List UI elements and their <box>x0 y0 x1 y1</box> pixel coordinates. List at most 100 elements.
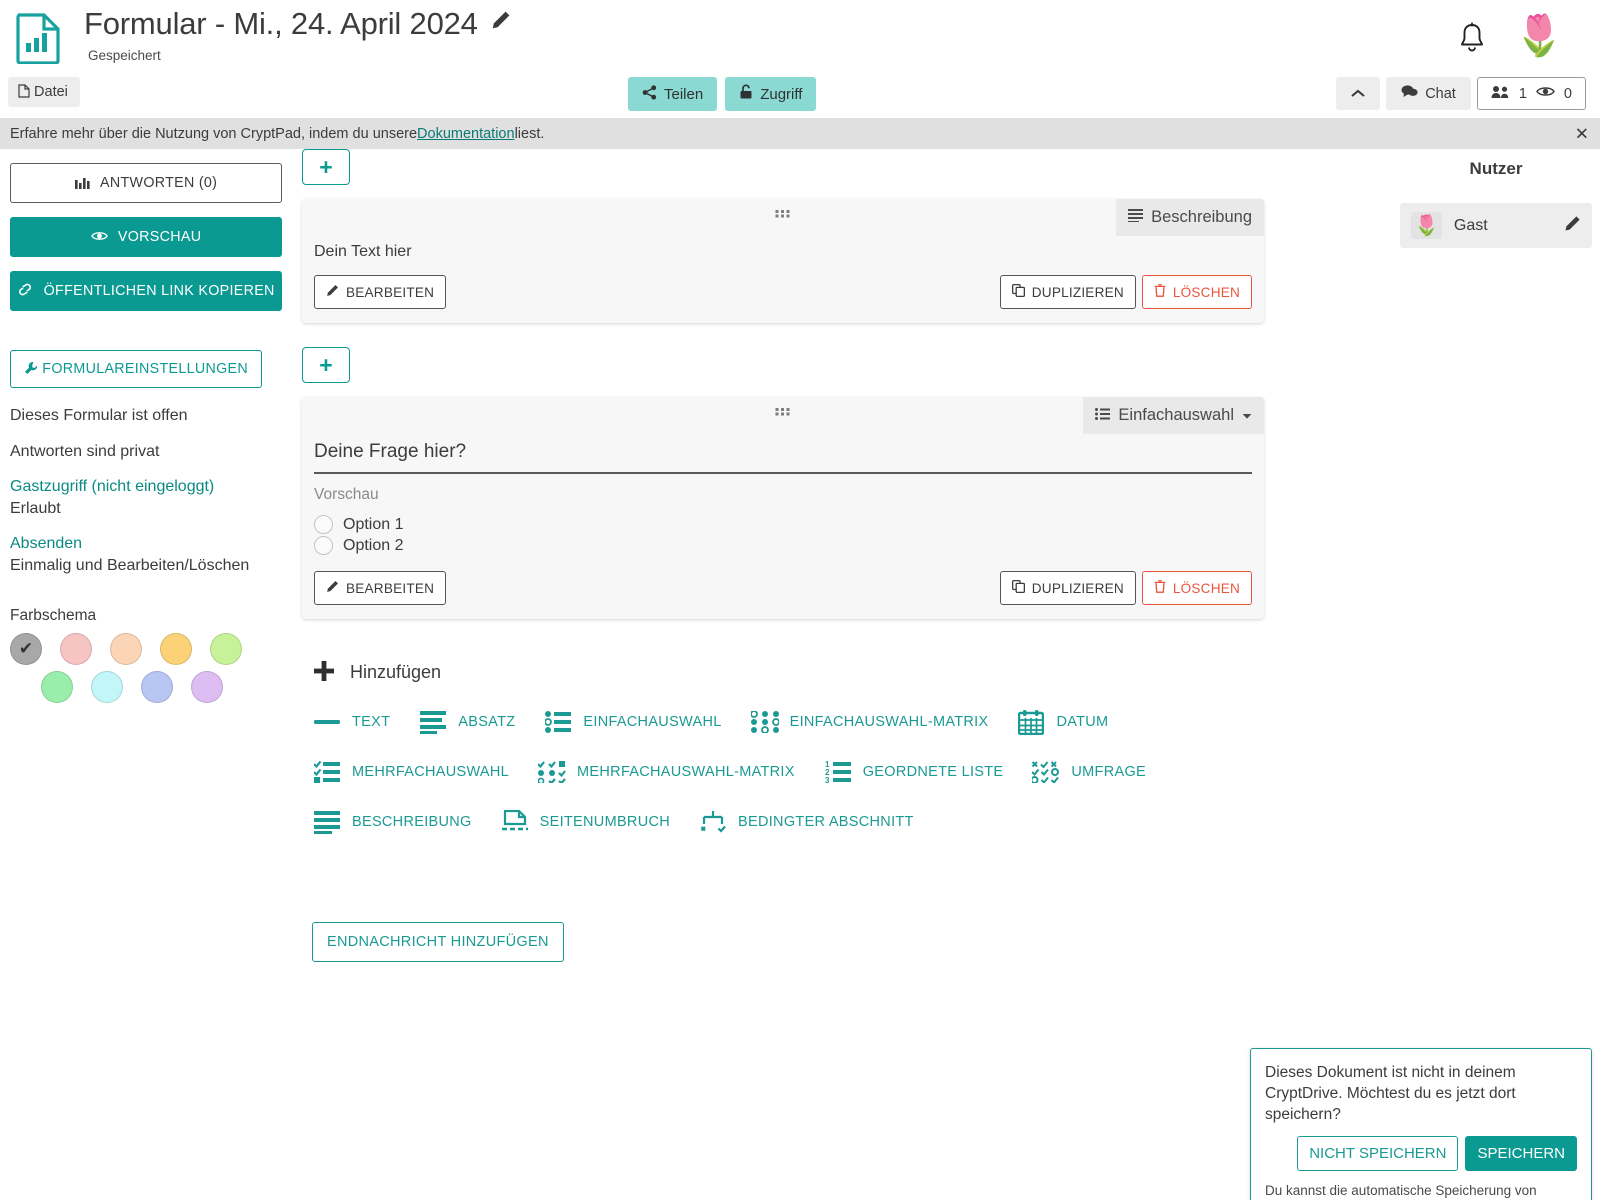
copy-public-link-button[interactable]: ÖFFENTLICHEN LINK KOPIEREN <box>10 271 282 311</box>
page-break-icon <box>500 808 530 836</box>
palette-item-mehrfachauswahl-matrix[interactable]: MEHRFACHAUSWAHL-MATRIX <box>537 758 795 786</box>
plus-icon <box>312 659 336 686</box>
info-banner-text-before: Erfahre mehr über die Nutzung von CryptP… <box>10 125 418 142</box>
access-button[interactable]: Zugriff <box>725 77 817 111</box>
file-menu-button[interactable]: Datei <box>8 77 80 107</box>
setting-guest-access: Gastzugriff (nicht eingeloggt) Erlaubt <box>10 476 282 519</box>
drag-handle-icon[interactable] <box>775 208 791 226</box>
radio-list-icon <box>543 708 573 736</box>
share-group: Teilen Zugriff <box>628 77 817 111</box>
form-settings-section: FORMULAREINSTELLUNGEN Dieses Formular is… <box>10 350 282 577</box>
add-block-middle-button[interactable]: + <box>302 347 350 383</box>
palette-item-text[interactable]: TEXT <box>312 708 390 736</box>
palette-item-label: BESCHREIBUNG <box>352 814 472 831</box>
color-swatch-green[interactable] <box>41 670 73 703</box>
duplicate-block-label: DUPLIZIEREN <box>1031 284 1124 300</box>
palette-item-umfrage[interactable]: UMFRAGE <box>1031 758 1146 786</box>
edit-block-button[interactable]: BEARBEITEN <box>314 275 447 309</box>
block-type-selector-single-choice[interactable]: Einfachauswahl <box>1083 397 1264 434</box>
save-dialog-footer: Du kannst die automatische Speicherung v… <box>1265 1182 1577 1200</box>
setting-submit-value: Einmalig und Bearbeiten/Löschen <box>10 556 250 574</box>
palette-item-label: UMFRAGE <box>1071 764 1146 781</box>
palette-item-label: GEORDNETE LISTE <box>862 764 1004 781</box>
checkbox-matrix-icon <box>537 758 567 786</box>
setting-privacy-state: Antworten sind privat <box>10 442 160 460</box>
option-label: Option 1 <box>343 515 404 533</box>
palette-item-bedingter-abschnitt[interactable]: BEDINGTER ABSCHNITT <box>698 808 914 836</box>
pencil-icon <box>326 284 339 300</box>
users-icon <box>1491 85 1510 103</box>
palette-item-label: EINFACHAUSWAHL-MATRIX <box>789 714 989 731</box>
radio-button-icon[interactable] <box>314 536 333 555</box>
duplicate-block-button[interactable]: DUPLIZIEREN <box>999 571 1136 605</box>
setting-submit-key[interactable]: Absenden <box>10 535 82 552</box>
option-row[interactable]: Option 2 <box>314 536 1252 555</box>
color-swatch-periwinkle[interactable] <box>141 670 173 703</box>
edit-block-button[interactable]: BEARBEITEN <box>314 571 447 605</box>
trash-icon <box>1154 284 1166 300</box>
plus-icon: + <box>319 153 333 180</box>
pencil-icon[interactable] <box>1564 215 1581 237</box>
page-body: ANTWORTEN (0) VORSCHAU ÖFFENTLICHEN LINK… <box>0 149 1600 1200</box>
option-row[interactable]: Option 1 <box>314 515 1252 534</box>
palette-item-label: MEHRFACHAUSWAHL <box>352 764 510 781</box>
block-type-selector-description[interactable]: Beschreibung <box>1116 199 1264 236</box>
save-button[interactable]: SPEICHERN <box>1465 1136 1577 1172</box>
color-swatch-cyan[interactable] <box>91 670 123 703</box>
description-lines-icon <box>312 808 342 836</box>
palette-row-2: MEHRFACHAUSWAHL MEHRFACHAUSWAHL-MATRIX 1 2 3… <box>312 758 1392 786</box>
documentation-link[interactable]: Dokumentation <box>417 126 515 142</box>
users-panel-title: Nutzer <box>1469 159 1523 178</box>
duplicate-block-button[interactable]: DUPLIZIEREN <box>999 275 1136 309</box>
add-end-message-button[interactable]: ENDNACHRICHT HINZUFÜGEN <box>312 922 564 963</box>
user-list-item[interactable]: 🌷 Gast <box>1400 203 1592 248</box>
color-swatch-gold[interactable] <box>160 632 192 665</box>
palette-item-geordnete-liste[interactable]: 1 2 3 GEORDNETE LISTE <box>823 758 1004 786</box>
bar-chart-icon <box>74 175 94 191</box>
palette-item-mehrfachauswahl[interactable]: MEHRFACHAUSWAHL <box>312 758 509 786</box>
eye-icon <box>1536 85 1555 102</box>
palette-item-absatz[interactable]: ABSATZ <box>418 708 515 736</box>
color-scheme-swatches: ✔ <box>10 632 282 703</box>
link-icon <box>17 283 37 299</box>
pencil-icon[interactable] <box>491 10 511 35</box>
info-banner: Erfahre mehr über die Nutzung von CryptP… <box>0 118 1600 149</box>
delete-block-button[interactable]: LÖSCHEN <box>1141 571 1252 605</box>
delete-block-button[interactable]: LÖSCHEN <box>1141 275 1252 309</box>
share-button[interactable]: Teilen <box>628 77 718 111</box>
palette-item-seitenumbruch[interactable]: SEITENUMBRUCH <box>500 808 670 836</box>
palette-item-einfachauswahl[interactable]: EINFACHAUSWAHL <box>543 708 721 736</box>
bell-icon[interactable] <box>1456 22 1488 61</box>
conditional-section-icon <box>698 808 728 836</box>
add-block-top-button[interactable]: + <box>302 149 350 185</box>
save-dialog-buttons: NICHT SPEICHERN SPEICHERN <box>1265 1136 1577 1172</box>
drag-handle-icon[interactable] <box>775 406 791 424</box>
form-block-single-choice: Einfachauswahl Deine Frage hier? Vorscha… <box>302 397 1264 619</box>
collapse-toolbar-button[interactable] <box>1336 77 1381 110</box>
setting-guest-access-key[interactable]: Gastzugriff (nicht eingeloggt) <box>10 478 214 495</box>
user-name: Gast <box>1453 216 1488 234</box>
radio-button-icon[interactable] <box>314 515 333 534</box>
color-swatch-peach[interactable] <box>110 632 142 665</box>
close-icon[interactable]: ✕ <box>1575 125 1589 142</box>
save-to-drive-dialog: Dieses Dokument ist nicht in deinem Cryp… <box>1250 1048 1592 1200</box>
preview-button[interactable]: VORSCHAU <box>10 217 282 257</box>
presence-counter[interactable]: 1 0 <box>1476 77 1586 110</box>
palette-item-einfachauswahl-matrix[interactable]: EINFACHAUSWAHL-MATRIX <box>750 708 989 736</box>
color-swatch-purple[interactable] <box>191 670 223 703</box>
color-swatch-pink[interactable] <box>60 632 92 665</box>
add-block-palette: Hinzufügen TEXT ABSATZ EINFACHAUSWAHL EINFA… <box>302 659 1392 963</box>
answers-button[interactable]: ANTWORTEN (0) <box>10 163 282 203</box>
palette-item-label: EINFACHAUSWAHL <box>583 714 722 731</box>
dont-save-label: NICHT SPEICHERN <box>1309 1145 1447 1163</box>
palette-item-datum[interactable]: DATUM <box>1016 708 1108 736</box>
setting-open-state: Dieses Formular ist offen <box>10 407 188 424</box>
tulip-avatar[interactable]: 🌷 <box>1514 16 1564 56</box>
chat-button[interactable]: Chat <box>1386 77 1471 110</box>
color-swatch-gray[interactable]: ✔ <box>10 632 42 665</box>
color-swatch-lime[interactable] <box>210 632 242 665</box>
dont-save-button[interactable]: NICHT SPEICHERN <box>1297 1136 1459 1172</box>
setting-guest-access-value: Erlaubt <box>10 499 61 517</box>
palette-item-beschreibung[interactable]: BESCHREIBUNG <box>312 808 472 836</box>
form-settings-button[interactable]: FORMULAREINSTELLUNGEN <box>10 350 262 388</box>
